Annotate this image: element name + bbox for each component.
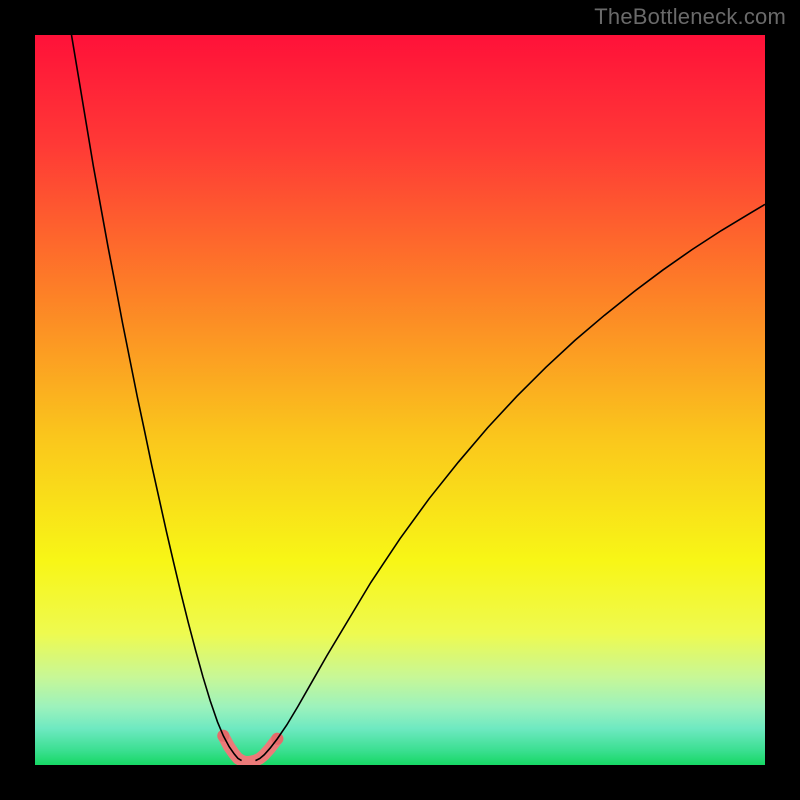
plot-area bbox=[35, 35, 765, 765]
chart-svg bbox=[35, 35, 765, 765]
gradient-background bbox=[35, 35, 765, 765]
watermark-text: TheBottleneck.com bbox=[594, 4, 786, 30]
chart-container: TheBottleneck.com bbox=[0, 0, 800, 800]
